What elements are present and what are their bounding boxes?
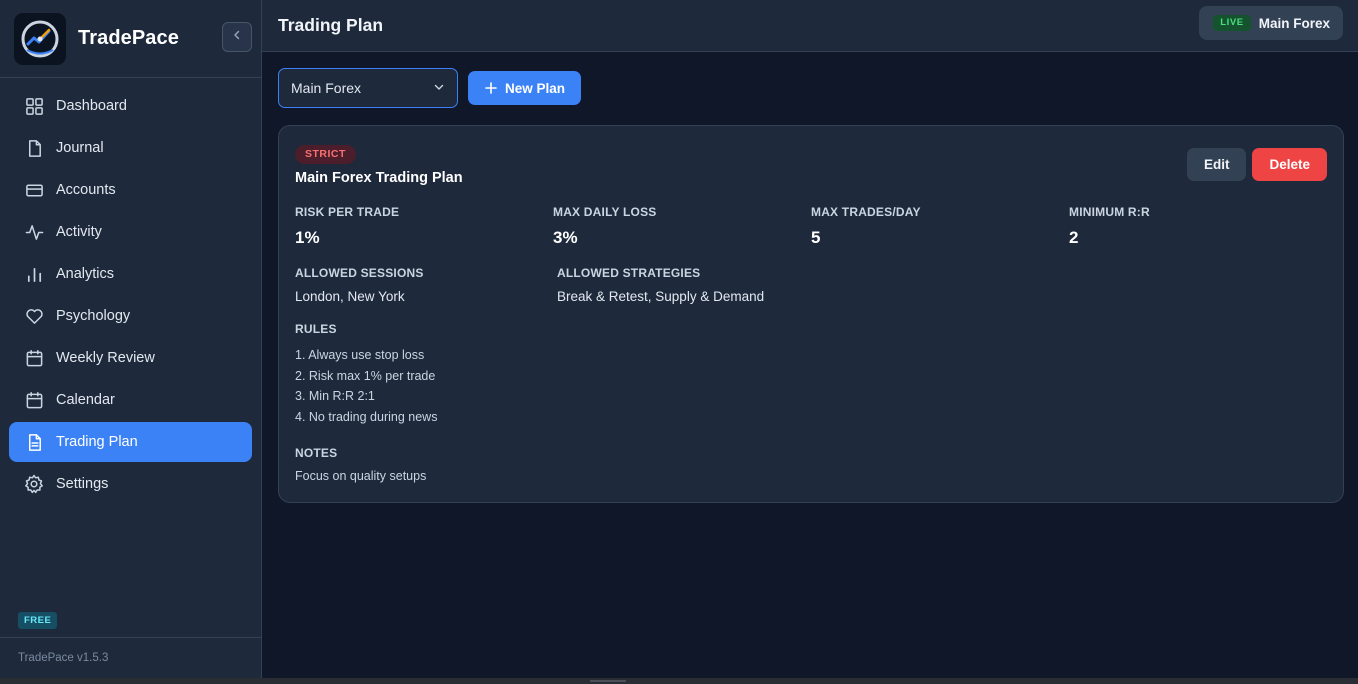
sidebar-footer: TradePace v1.5.3 <box>0 637 261 678</box>
rule-item: 1. Always use stop loss <box>295 348 425 362</box>
sidebar-item-weekly-review[interactable]: Weekly Review <box>9 338 252 378</box>
sidebar-item-label: Activity <box>56 224 102 240</box>
chevron-left-icon <box>231 28 243 46</box>
main-content: Trading Plan LIVE Main Forex Main Forex … <box>262 0 1358 678</box>
new-plan-button[interactable]: New Plan <box>468 71 582 105</box>
stat-value: 1% <box>295 228 320 247</box>
account-name: Main Forex <box>1258 15 1330 31</box>
plus-icon <box>485 82 497 94</box>
stat-label: MAX DAILY LOSS <box>553 205 657 219</box>
credit-card-icon <box>24 180 44 200</box>
file-text-icon <box>24 432 44 452</box>
brand-name: TradePace <box>78 27 179 49</box>
stat-max-trades-day: MAX TRADES/DAY 5 <box>811 205 1069 248</box>
sidebar-item-label: Weekly Review <box>56 350 155 366</box>
sidebar-item-calendar[interactable]: Calendar <box>9 380 252 420</box>
strategies-label: ALLOWED STRATEGIES <box>557 266 701 280</box>
sidebar-item-journal[interactable]: Journal <box>9 128 252 168</box>
plan-actions: Edit Delete <box>1186 148 1327 181</box>
stat-label: RISK PER TRADE <box>295 205 400 219</box>
plan-rules: RULES 1. Always use stop loss 2. Risk ma… <box>295 322 1327 428</box>
sidebar-item-psychology[interactable]: Psychology <box>9 296 252 336</box>
edit-button[interactable]: Edit <box>1186 148 1247 181</box>
allowed-sessions: ALLOWED SESSIONS London, New York <box>295 266 557 304</box>
chevron-down-icon <box>433 80 445 96</box>
plan-notes: NOTES Focus on quality setups <box>295 446 1327 483</box>
page-title: Trading Plan <box>278 15 384 35</box>
rule-item: 3. Min R:R 2:1 <box>295 389 375 404</box>
rules-label: RULES <box>295 322 337 336</box>
sidebar-item-label: Analytics <box>56 266 115 282</box>
stat-risk-per-trade: RISK PER TRADE 1% <box>295 205 553 248</box>
notes-label: NOTES <box>295 445 338 460</box>
sessions-label: ALLOWED SESSIONS <box>295 266 424 280</box>
rules-list: 1. Always use stop loss 2. Risk max 1% p… <box>295 345 1327 428</box>
plan-sessions-strategies: ALLOWED SESSIONS London, New York ALLOWE… <box>295 266 1327 304</box>
bar-chart-icon <box>24 264 44 284</box>
topbar: Trading Plan LIVE Main Forex <box>262 0 1358 52</box>
app-version: TradePace v1.5.3 <box>18 652 109 664</box>
window-bottom-edge <box>0 678 1358 684</box>
sessions-value: London, New York <box>295 289 405 304</box>
rule-item: 2. Risk max 1% per trade <box>295 368 436 383</box>
sidebar-item-dashboard[interactable]: Dashboard <box>9 86 252 126</box>
stat-value: 2 <box>1069 228 1079 247</box>
plan-toolbar: Main Forex New Plan <box>278 68 582 108</box>
collapse-sidebar-button[interactable] <box>222 22 252 52</box>
calendar-icon <box>24 390 44 410</box>
stat-minimum-rr: MINIMUM R:R 2 <box>1069 205 1327 248</box>
brand: TradePace <box>0 0 261 78</box>
speedometer-logo-icon <box>14 12 66 65</box>
rule-item: 4. No trading during news <box>295 410 438 425</box>
document-icon <box>24 138 44 158</box>
sidebar-item-trading-plan[interactable]: Trading Plan <box>9 422 252 462</box>
plan-card: STRICT Main Forex Trading Plan Edit Dele… <box>278 125 1344 503</box>
sidebar-nav: Dashboard Journal Accounts Activity Anal… <box>0 78 261 510</box>
sidebar-item-activity[interactable]: Activity <box>9 212 252 252</box>
new-plan-label: New Plan <box>505 80 566 96</box>
allowed-strategies: ALLOWED STRATEGIES Break & Retest, Suppl… <box>557 266 957 304</box>
resize-grip[interactable] <box>590 680 626 682</box>
live-status-badge: LIVE <box>1213 15 1251 31</box>
stat-label: MAX TRADES/DAY <box>811 205 921 219</box>
plan-tier-badge: FREE <box>18 612 58 629</box>
sidebar-item-settings[interactable]: Settings <box>9 464 252 504</box>
plan-mode-badge: STRICT <box>295 145 356 164</box>
plan-stats: RISK PER TRADE 1% MAX DAILY LOSS 3% MAX … <box>295 205 1327 248</box>
notes-value: Focus on quality setups <box>295 468 427 483</box>
stat-label: MINIMUM R:R <box>1069 205 1150 219</box>
activity-icon <box>24 222 44 242</box>
gear-icon <box>24 474 44 494</box>
delete-button[interactable]: Delete <box>1252 148 1327 181</box>
sidebar-item-label: Trading Plan <box>56 434 138 450</box>
stat-value: 5 <box>811 228 821 247</box>
sidebar-item-label: Psychology <box>56 308 131 324</box>
account-switcher[interactable]: LIVE Main Forex <box>1199 6 1343 40</box>
heart-icon <box>24 306 44 326</box>
sidebar-item-accounts[interactable]: Accounts <box>9 170 252 210</box>
sidebar-item-label: Accounts <box>56 182 116 198</box>
plan-select[interactable]: Main Forex <box>278 68 458 108</box>
plan-name: Main Forex Trading Plan <box>295 170 463 186</box>
sidebar-item-label: Calendar <box>56 392 115 408</box>
sidebar-item-label: Settings <box>56 476 109 492</box>
sidebar: TradePace Dashboard Journal Accounts Act… <box>0 0 262 678</box>
sidebar-item-label: Dashboard <box>56 98 127 114</box>
stat-value: 3% <box>553 228 578 247</box>
strategies-value: Break & Retest, Supply & Demand <box>557 289 765 304</box>
app-root: TradePace Dashboard Journal Accounts Act… <box>0 0 1358 678</box>
sidebar-item-analytics[interactable]: Analytics <box>9 254 252 294</box>
stat-max-daily-loss: MAX DAILY LOSS 3% <box>553 205 811 248</box>
calendar-icon <box>24 348 44 368</box>
sidebar-item-label: Journal <box>56 140 104 156</box>
grid-icon <box>24 96 44 116</box>
plan-select-value: Main Forex <box>291 80 362 96</box>
